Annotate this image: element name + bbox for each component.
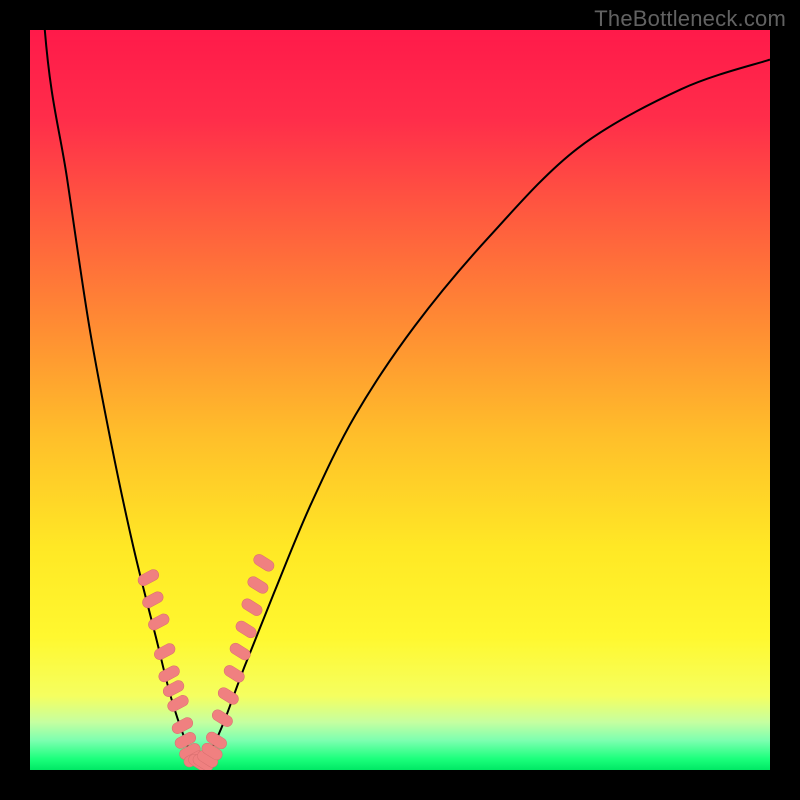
highlight-markers	[136, 552, 276, 770]
plot-area	[30, 30, 770, 770]
curve-layer	[30, 30, 770, 770]
bottleneck-curve	[30, 30, 770, 763]
watermark-label: TheBottleneck.com	[594, 6, 786, 32]
chart-frame: TheBottleneck.com	[0, 0, 800, 800]
